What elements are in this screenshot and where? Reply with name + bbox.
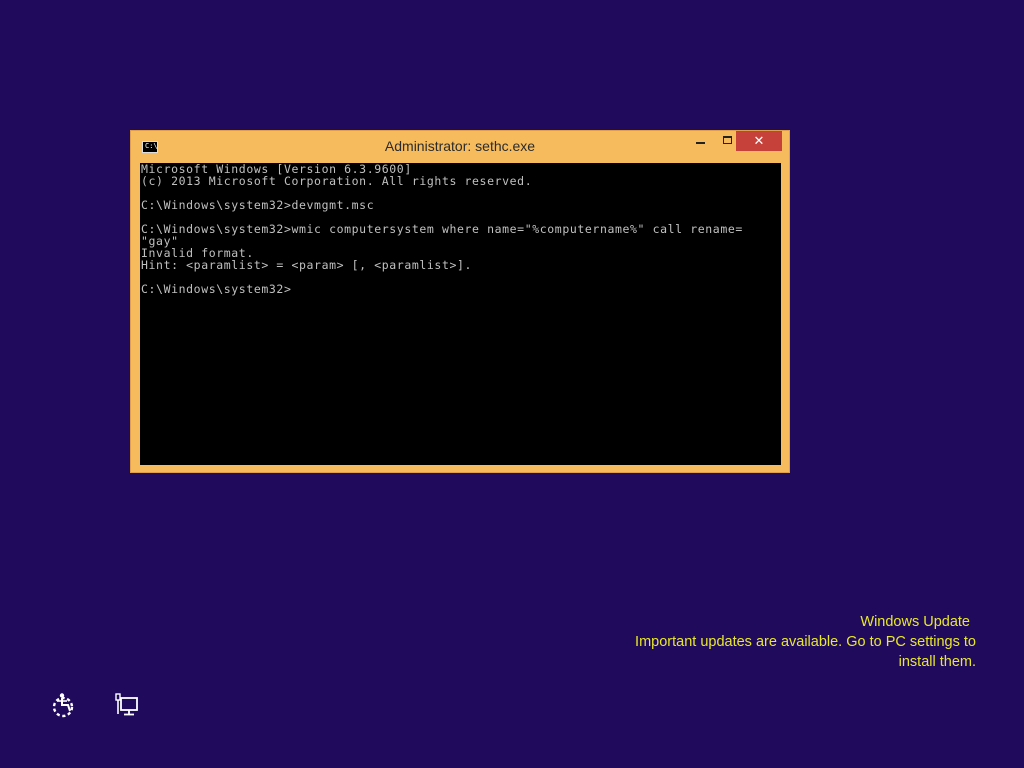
windows-update-notification[interactable]: Windows Update Important updates are ava… <box>556 612 976 672</box>
console-line: C:\Windows\system32>devmgmt.msc <box>141 198 375 212</box>
notification-title: Windows Update <box>860 614 970 630</box>
lock-screen-desktop: C:\ Administrator: sethc.exe ✕ Microsoft… <box>0 0 1024 768</box>
console-line: (c) 2013 Microsoft Corporation. All righ… <box>141 174 533 188</box>
network-icon[interactable] <box>113 692 141 720</box>
close-icon: ✕ <box>753 133 765 148</box>
ease-of-access-glyph <box>52 693 74 718</box>
window-titlebar[interactable]: C:\ Administrator: sethc.exe ✕ <box>131 131 789 163</box>
command-prompt-window[interactable]: C:\ Administrator: sethc.exe ✕ Microsoft… <box>130 130 790 473</box>
close-button[interactable]: ✕ <box>736 131 782 151</box>
console-output: Microsoft Windows [Version 6.3.9600] (c) … <box>140 163 781 295</box>
console-line: C:\Windows\system32>wmic computersystem … <box>141 222 743 236</box>
notification-message-line: install them. <box>898 654 976 670</box>
console-prompt-line[interactable]: C:\Windows\system32> <box>141 283 781 295</box>
minimize-button[interactable] <box>687 131 713 151</box>
notification-message-line: Important updates are available. Go to P… <box>635 634 976 650</box>
console-line: Hint: <paramlist> = <param> [, <paramlis… <box>141 258 473 272</box>
minimize-icon <box>696 142 705 144</box>
network-glyph <box>115 693 138 716</box>
ease-of-access-icon[interactable] <box>49 692 77 720</box>
maximize-icon <box>723 136 732 144</box>
console-output-area[interactable]: Microsoft Windows [Version 6.3.9600] (c) … <box>140 163 781 465</box>
